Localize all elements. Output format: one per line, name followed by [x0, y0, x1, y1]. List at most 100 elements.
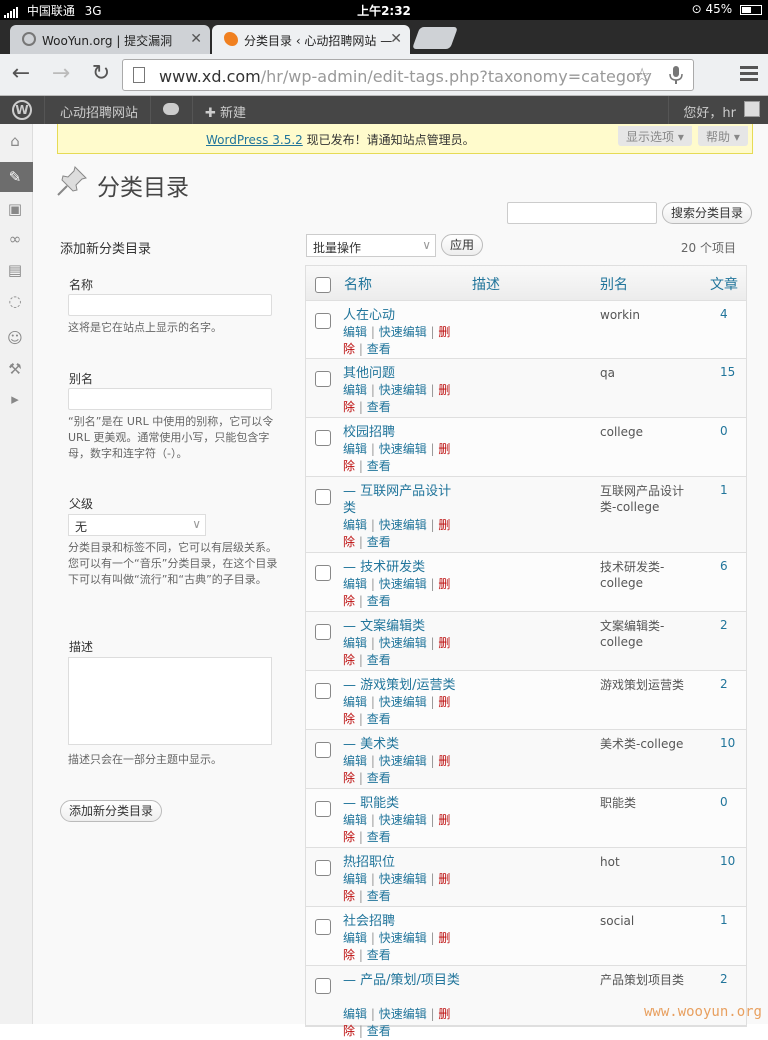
column-description[interactable]: 描述 [472, 274, 500, 294]
help-button[interactable]: 帮助 ▾ [698, 126, 748, 146]
delete-link-cont[interactable]: 除 [343, 830, 355, 844]
apply-button[interactable]: 应用 [441, 234, 483, 256]
comments-icon[interactable] [163, 103, 179, 115]
quick-edit-link[interactable]: 快速编辑 [379, 872, 427, 886]
view-link[interactable]: 查看 [367, 459, 391, 473]
category-name-link[interactable]: 其他问题 [343, 365, 463, 382]
quick-edit-link[interactable]: 快速编辑 [379, 813, 427, 827]
post-count-link[interactable]: 0 [720, 424, 728, 438]
edit-link[interactable]: 编辑 [343, 931, 367, 945]
pages-icon[interactable]: ▤ [6, 261, 24, 279]
view-link[interactable]: 查看 [367, 653, 391, 667]
edit-link[interactable]: 编辑 [343, 325, 367, 339]
delete-link[interactable]: 删 [438, 695, 450, 709]
avatar[interactable] [744, 101, 760, 117]
post-count-link[interactable]: 4 [720, 307, 728, 321]
delete-link-cont[interactable]: 除 [343, 653, 355, 667]
row-checkbox[interactable] [315, 860, 331, 876]
parent-select[interactable]: 无 ∨ [68, 514, 206, 536]
site-name-link[interactable]: 心动招聘网站 [60, 102, 138, 121]
media-icon[interactable]: ▣ [6, 200, 24, 218]
row-checkbox[interactable] [315, 430, 331, 446]
quick-edit-link[interactable]: 快速编辑 [379, 695, 427, 709]
quick-edit-link[interactable]: 快速编辑 [379, 931, 427, 945]
post-count-link[interactable]: 2 [720, 618, 728, 632]
row-checkbox[interactable] [315, 919, 331, 935]
quick-edit-link[interactable]: 快速编辑 [379, 577, 427, 591]
quick-edit-link[interactable]: 快速编辑 [379, 754, 427, 768]
microphone-icon[interactable] [669, 66, 683, 84]
view-link[interactable]: 查看 [367, 830, 391, 844]
post-count-link[interactable]: 1 [720, 913, 728, 927]
edit-link[interactable]: 编辑 [343, 813, 367, 827]
description-field[interactable] [68, 657, 272, 745]
delete-link[interactable]: 删 [438, 636, 450, 650]
delete-link-cont[interactable]: 除 [343, 342, 355, 356]
post-count-link[interactable]: 6 [720, 559, 728, 573]
delete-link-cont[interactable]: 除 [343, 712, 355, 726]
row-checkbox[interactable] [315, 313, 331, 329]
post-count-link[interactable]: 2 [720, 677, 728, 691]
delete-link-cont[interactable]: 除 [343, 535, 355, 549]
edit-link[interactable]: 编辑 [343, 442, 367, 456]
add-category-button[interactable]: 添加新分类目录 [60, 800, 162, 822]
delete-link-cont[interactable]: 除 [343, 594, 355, 608]
delete-link-cont[interactable]: 除 [343, 459, 355, 473]
edit-link[interactable]: 编辑 [343, 1007, 367, 1021]
delete-link[interactable]: 删 [438, 872, 450, 886]
quick-edit-link[interactable]: 快速编辑 [379, 1007, 427, 1021]
close-tab-icon[interactable]: ✕ [190, 31, 202, 47]
delete-link-cont[interactable]: 除 [343, 771, 355, 785]
comments-menu-icon[interactable]: ◌ [6, 292, 24, 310]
post-count-link[interactable]: 2 [720, 972, 728, 986]
row-checkbox[interactable] [315, 371, 331, 387]
update-link[interactable]: WordPress 3.5.2 [206, 133, 303, 147]
name-field[interactable] [68, 294, 272, 316]
delete-link[interactable]: 删 [438, 1007, 450, 1021]
search-input[interactable] [507, 202, 657, 224]
row-checkbox[interactable] [315, 801, 331, 817]
category-name-link[interactable]: 校园招聘 [343, 424, 463, 441]
links-icon[interactable]: ∞ [6, 230, 24, 248]
row-checkbox[interactable] [315, 565, 331, 581]
tab-wooyun[interactable]: WooYun.org | 提交漏洞 ✕ [10, 25, 210, 54]
delete-link[interactable]: 删 [438, 325, 450, 339]
quick-edit-link[interactable]: 快速编辑 [379, 383, 427, 397]
delete-link[interactable]: 删 [438, 518, 450, 532]
search-categories-button[interactable]: 搜索分类目录 [662, 202, 752, 224]
post-count-link[interactable]: 10 [720, 854, 735, 868]
column-posts[interactable]: 文章 [710, 274, 738, 294]
edit-link[interactable]: 编辑 [343, 754, 367, 768]
post-count-link[interactable]: 0 [720, 795, 728, 809]
category-name-link[interactable]: — 文案编辑类 [343, 618, 463, 635]
view-link[interactable]: 查看 [367, 771, 391, 785]
row-checkbox[interactable] [315, 978, 331, 994]
delete-link-cont[interactable]: 除 [343, 1024, 355, 1038]
back-icon[interactable]: ← [8, 62, 34, 88]
edit-link[interactable]: 编辑 [343, 383, 367, 397]
category-name-link[interactable]: — 技术研发类 [343, 559, 463, 576]
view-link[interactable]: 查看 [367, 342, 391, 356]
forward-icon[interactable]: → [48, 62, 74, 88]
view-link[interactable]: 查看 [367, 594, 391, 608]
delete-link[interactable]: 删 [438, 931, 450, 945]
edit-link[interactable]: 编辑 [343, 577, 367, 591]
delete-link-cont[interactable]: 除 [343, 889, 355, 903]
delete-link[interactable]: 删 [438, 577, 450, 591]
users-icon[interactable]: ☺ [6, 329, 24, 347]
view-link[interactable]: 查看 [367, 712, 391, 726]
howdy-user-link[interactable]: 您好，hr [683, 102, 736, 121]
delete-link[interactable]: 删 [438, 813, 450, 827]
bookmark-star-icon[interactable]: ☆ [633, 63, 651, 87]
row-checkbox[interactable] [315, 742, 331, 758]
collapse-menu-icon[interactable]: ▸ [6, 390, 24, 408]
delete-link[interactable]: 删 [438, 442, 450, 456]
wordpress-logo-icon[interactable]: W [12, 100, 32, 120]
quick-edit-link[interactable]: 快速编辑 [379, 442, 427, 456]
edit-link[interactable]: 编辑 [343, 636, 367, 650]
column-slug[interactable]: 别名 [600, 274, 628, 294]
view-link[interactable]: 查看 [367, 889, 391, 903]
slug-field[interactable] [68, 388, 272, 410]
category-name-link[interactable]: 社会招聘 [343, 913, 463, 930]
delete-link-cont[interactable]: 除 [343, 400, 355, 414]
